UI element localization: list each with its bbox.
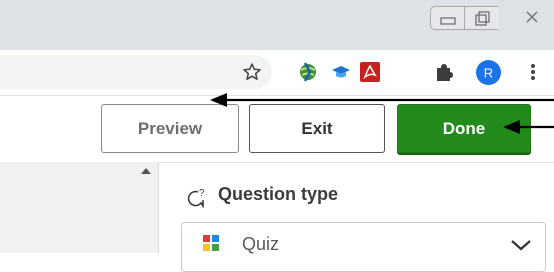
slides-panel — [0, 162, 159, 253]
more-vert-icon[interactable] — [527, 61, 539, 83]
minimize-button[interactable] — [430, 6, 464, 30]
question-type-value: Quiz — [242, 234, 280, 254]
address-bar[interactable] — [0, 55, 272, 89]
puzzle-icon[interactable] — [433, 61, 455, 83]
exit-button[interactable]: Exit — [249, 104, 385, 153]
graduation-cap-icon[interactable] — [330, 61, 352, 83]
close-button[interactable] — [512, 6, 554, 30]
close-icon — [526, 11, 538, 23]
browser-toolbar: R — [0, 50, 554, 96]
svg-text:?: ? — [199, 188, 205, 199]
profile-avatar[interactable]: R — [476, 60, 501, 85]
done-button[interactable]: Done — [397, 104, 531, 153]
preview-button[interactable]: Preview — [101, 104, 239, 153]
svg-text:R: R — [484, 66, 493, 81]
scroll-up-arrow-icon[interactable] — [138, 164, 154, 180]
pdf-icon[interactable] — [359, 61, 381, 83]
quiz-type-icon — [201, 233, 221, 253]
question-type-heading: Question type — [218, 184, 339, 204]
minimize-icon — [440, 17, 456, 25]
star-icon[interactable] — [242, 62, 262, 82]
globe-extension-icon[interactable] — [296, 60, 320, 84]
maximize-button[interactable] — [464, 6, 498, 30]
chevron-down-icon[interactable] — [510, 238, 532, 252]
question-type-icon: ? — [186, 186, 208, 209]
restore-icon — [475, 11, 490, 26]
question-type-dropdown[interactable] — [181, 222, 546, 272]
browser-titlebar — [0, 0, 554, 50]
